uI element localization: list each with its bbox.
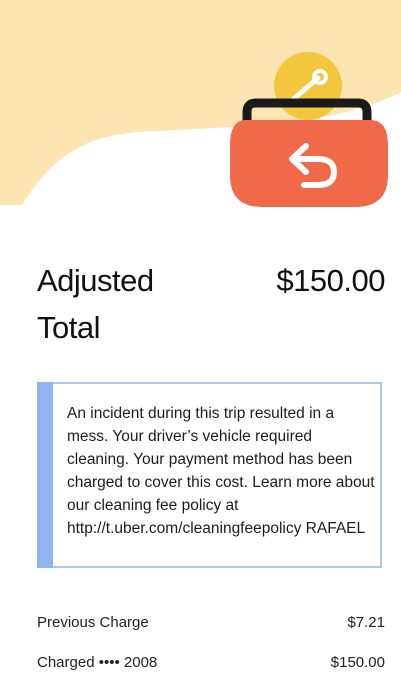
charged-card-row: Charged •••• 2008 $150.00 bbox=[37, 652, 385, 674]
previous-charge-label: Previous Charge bbox=[37, 614, 149, 631]
adjusted-total-row: Adjusted Total $150.00 bbox=[37, 257, 385, 352]
cleaning-fee-notice: An incident during this trip resulted in… bbox=[37, 382, 382, 568]
previous-charge-row: Previous Charge $7.21 bbox=[37, 612, 385, 634]
charged-card-label: Charged •••• 2008 bbox=[37, 654, 158, 671]
hero-illustration bbox=[0, 0, 401, 220]
notice-accent-bar bbox=[37, 382, 53, 568]
notice-message[interactable]: An incident during this trip resulted in… bbox=[67, 402, 377, 540]
wallet-refund-icon bbox=[0, 0, 401, 207]
adjusted-total-label: Adjusted Total bbox=[37, 263, 154, 345]
charged-card-value: $150.00 bbox=[330, 654, 385, 671]
adjusted-total-amount: $150.00 bbox=[276, 263, 385, 298]
previous-charge-value: $7.21 bbox=[347, 614, 385, 631]
coin-icon bbox=[274, 52, 342, 120]
